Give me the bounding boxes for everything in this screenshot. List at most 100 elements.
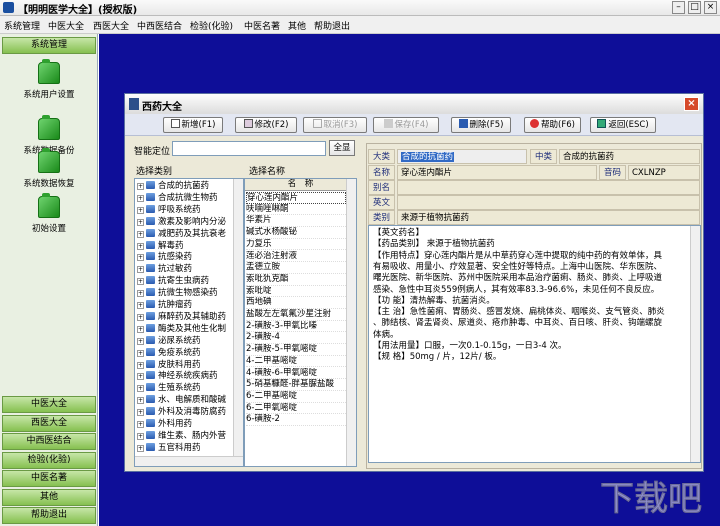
sidebar-tab-western[interactable]: 西医大全 [2, 415, 96, 432]
menu-system[interactable]: 系统管理 [4, 19, 40, 32]
sidebar-tab-lab[interactable]: 检验(化验) [2, 452, 96, 469]
name-list-item[interactable]: 华素片 [246, 215, 346, 228]
name-list[interactable]: 名 称 穿心莲内酯片 呋喃唑啉酮 华素片 碱式水杨酸铋 力复乐 莲必治注射液 盂德立胺 索吡犰… [244, 178, 357, 467]
type-field[interactable]: 来源于植物抗菌药 [397, 210, 700, 225]
category-item[interactable]: + 合成抗微生物药 [135, 192, 218, 205]
category-vscroll[interactable] [233, 179, 243, 466]
save-button[interactable]: 保存(F4) [373, 117, 439, 133]
close-app-button[interactable]: × [704, 1, 717, 14]
sidebar-item-user-settings[interactable]: 系统用户设置 [6, 59, 92, 100]
menu-lab[interactable]: 检验(化验) [190, 19, 233, 32]
expand-icon[interactable]: + [137, 230, 144, 238]
category-item[interactable]: + 生殖系统药 [135, 383, 201, 395]
back-button[interactable]: 返回(ESC) [590, 117, 656, 133]
menu-other[interactable]: 其他 [288, 19, 306, 32]
expand-icon[interactable]: + [137, 278, 144, 286]
name-list-item[interactable]: 4-磺胺-6-甲氧嘧啶 [246, 368, 346, 380]
name-list-item[interactable]: 6-磺胺-2 [246, 414, 346, 426]
name-list-item[interactable]: 碱式水杨酸铋 [246, 227, 346, 239]
expand-icon[interactable]: + [137, 242, 144, 250]
expand-icon[interactable]: + [137, 302, 144, 309]
expand-icon[interactable]: + [137, 409, 144, 417]
dalei-select[interactable]: 合成的抗菌药 [397, 149, 527, 164]
menu-integrated[interactable]: 中西医结合 [137, 19, 182, 32]
name-list-item[interactable]: 盂德立胺 [246, 262, 346, 274]
expand-icon[interactable]: + [137, 266, 144, 274]
cancel-button[interactable]: 取消(F3) [303, 117, 367, 133]
add-button[interactable]: 新增(F1) [163, 117, 223, 133]
name-list-item[interactable]: 盐酸左左氧氟沙星注射 [246, 309, 346, 321]
category-item[interactable]: + 神经系统疾病药 [135, 371, 218, 383]
expand-icon[interactable]: + [137, 432, 144, 440]
name-list-item[interactable]: 呋喃唑啉酮 [246, 204, 346, 216]
search-input[interactable] [172, 141, 326, 156]
menu-tcm[interactable]: 中医大全 [48, 19, 84, 32]
expand-icon[interactable]: + [137, 444, 144, 452]
category-item[interactable]: + 泌尿系统药 [135, 335, 201, 348]
category-hscroll[interactable] [135, 456, 243, 466]
sidebar-tab-integrated[interactable]: 中西医结合 [2, 433, 96, 450]
sidebar-tab-other[interactable]: 其他 [2, 489, 96, 506]
name-list-item[interactable]: 索吡犰克酯 [246, 274, 346, 286]
name-list-item[interactable]: 6-二甲氧嘧啶 [246, 403, 346, 415]
minimize-button[interactable]: – [672, 1, 685, 14]
name-list-item[interactable]: 穿心莲内酯片 [246, 192, 346, 204]
detail-vscroll[interactable] [690, 226, 700, 462]
category-item[interactable]: + 水、电解质和酸碱 [135, 395, 226, 407]
expand-icon[interactable]: + [137, 421, 144, 428]
name-list-item[interactable]: 4-二甲基嘧啶 [246, 356, 346, 368]
menu-help-exit[interactable]: 帮助退出 [314, 19, 350, 32]
name-field[interactable]: 穿心莲内酯片 [397, 165, 597, 180]
help-button[interactable]: 帮助(F6) [524, 117, 581, 133]
category-item[interactable]: + 抗过敏药 [135, 264, 192, 276]
menu-classics[interactable]: 中医名著 [244, 19, 280, 32]
expand-icon[interactable]: + [137, 337, 144, 345]
name-list-item[interactable]: 西地碘 [246, 297, 346, 309]
expand-icon[interactable]: + [137, 373, 144, 381]
category-item[interactable]: + 抗肿瘤药 [135, 300, 192, 312]
expand-icon[interactable]: + [137, 361, 144, 369]
category-item[interactable]: + 维生素、肠内外营 [135, 430, 226, 443]
name-list-item[interactable]: 5-硝基糠醛-胖基脲盐酸 [246, 379, 346, 391]
category-item[interactable]: + 解毒药 [135, 240, 184, 253]
category-item[interactable]: + 麻醉药及其辅助药 [135, 311, 226, 324]
expand-icon[interactable]: + [137, 349, 144, 357]
category-tree[interactable]: + 合成的抗菌药 + 合成抗微生物药 + 呼吸系统药 + 激素及影响内分泌 + 减肥药及其抗衰老 +… [134, 178, 244, 467]
english-name-field[interactable] [397, 195, 700, 210]
delete-button[interactable]: 删除(F5) [451, 117, 511, 133]
category-item[interactable]: + 外科用药 [135, 419, 192, 431]
sidebar-item-restore[interactable]: 系统数据恢复 [6, 148, 92, 189]
alias-field[interactable] [397, 180, 700, 195]
category-item[interactable]: + 皮肤科用药 [135, 359, 201, 372]
category-item[interactable]: + 外科及消毒防腐药 [135, 407, 226, 419]
name-vscroll[interactable] [346, 179, 356, 466]
name-list-item[interactable]: 2-磺胺-3-甲氧比嗪 [246, 321, 346, 333]
category-item[interactable]: + 免疫系统药 [135, 347, 201, 360]
expand-icon[interactable]: + [137, 194, 144, 202]
sidebar-tab-help-exit[interactable]: 帮助退出 [2, 507, 96, 524]
expand-icon[interactable]: + [137, 385, 144, 393]
name-list-item[interactable]: 索吡啶 [246, 286, 346, 298]
menu-western[interactable]: 西医大全 [93, 19, 129, 32]
edit-button[interactable]: 修改(F2) [235, 117, 297, 133]
expand-icon[interactable]: + [137, 183, 144, 190]
expand-icon[interactable]: + [137, 218, 144, 226]
sidebar-header-system[interactable]: 系统管理 [2, 37, 96, 54]
category-item[interactable]: + 呼吸系统药 [135, 204, 201, 217]
name-list-item[interactable]: 2-磺胺-4 [246, 332, 346, 345]
zhonglei-select[interactable]: 合成的抗菌药 [559, 149, 700, 164]
category-item[interactable]: + 激素及影响内分泌 [135, 216, 226, 229]
expand-icon[interactable]: + [137, 397, 144, 405]
expand-icon[interactable]: + [137, 313, 144, 321]
detail-textarea[interactable]: 【英文药名】 【药品类别】 来源于植物抗菌药 【作用特点】穿心莲内酯片是从中草药穿心… [368, 225, 701, 463]
maximize-button[interactable]: □ [688, 1, 701, 14]
category-item[interactable]: + 合成的抗菌药 [135, 181, 209, 193]
category-item[interactable]: + 酶类及其他生化制 [135, 323, 226, 336]
name-list-item[interactable]: 力复乐 [246, 239, 346, 251]
sidebar-item-init[interactable]: 初始设置 [6, 193, 92, 234]
name-list-item[interactable]: 莲必治注射液 [246, 251, 346, 263]
expand-icon[interactable]: + [137, 290, 144, 298]
category-item[interactable]: + 抗微生物感染药 [135, 288, 218, 300]
sidebar-tab-tcm[interactable]: 中医大全 [2, 396, 96, 413]
category-item[interactable]: + 抗感染药 [135, 252, 192, 264]
